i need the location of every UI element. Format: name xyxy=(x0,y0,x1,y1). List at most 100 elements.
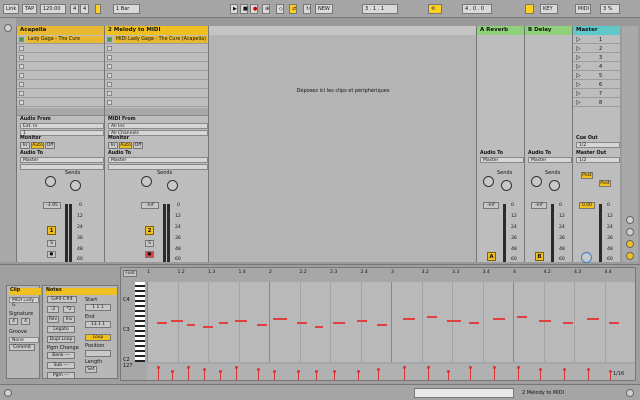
track-title[interactable]: B Delay xyxy=(525,26,572,35)
send-b-knob[interactable] xyxy=(549,180,560,191)
scene-launch-icon[interactable]: ▷ xyxy=(576,99,581,106)
pgm-field[interactable]: Pgm --- xyxy=(47,372,75,379)
midi-note[interactable] xyxy=(203,326,213,328)
clip-slot[interactable] xyxy=(105,89,208,98)
volume-field[interactable]: -Inf xyxy=(141,202,159,209)
output-menu[interactable]: Master xyxy=(528,157,572,163)
velocity-handle[interactable] xyxy=(539,368,542,371)
position-field[interactable] xyxy=(85,350,111,357)
loop-button[interactable]: Loop xyxy=(85,334,111,341)
legato-button[interactable]: Legato xyxy=(47,326,75,333)
volume-field[interactable]: -Inf xyxy=(531,202,547,209)
quantize-menu[interactable]: 1 Bar xyxy=(113,4,140,14)
groove-menu[interactable]: None xyxy=(9,337,39,343)
scene-slot[interactable]: ▷ 2 xyxy=(573,44,620,53)
velocity-handle[interactable] xyxy=(563,368,566,371)
scene-slot[interactable]: ▷ 5 xyxy=(573,71,620,80)
midi-note[interactable] xyxy=(609,322,619,324)
drop-area[interactable]: Déposez ici les clips et périphériques xyxy=(208,26,477,262)
volume-field[interactable]: -Inf xyxy=(483,202,499,209)
detail-toggle-icon[interactable] xyxy=(626,389,634,397)
midi-note[interactable] xyxy=(219,322,228,324)
velocity-handle[interactable] xyxy=(447,370,450,373)
velocity-handle[interactable] xyxy=(171,370,174,373)
scene-launch-icon[interactable]: ▷ xyxy=(576,72,581,79)
velocity-handle[interactable] xyxy=(187,366,190,369)
punch-icon[interactable]: ↻ xyxy=(303,4,311,14)
key-map-icon[interactable] xyxy=(525,4,534,14)
velocity-handle[interactable] xyxy=(333,370,336,373)
scene-launch-icon[interactable]: ▷ xyxy=(576,63,581,70)
mixer-toggle-icon[interactable] xyxy=(626,252,634,260)
clip-slot[interactable] xyxy=(17,98,104,107)
track-activator[interactable]: 2 xyxy=(145,226,154,235)
stop-icon[interactable]: ■ xyxy=(240,4,248,14)
play-icon[interactable]: ▶ xyxy=(230,4,238,14)
follow-icon[interactable]: ⇄ xyxy=(289,4,297,14)
track-title[interactable]: 2 Melody to MIDI xyxy=(105,26,208,35)
key-button[interactable]: KEY xyxy=(540,4,558,14)
clip-slot[interactable] xyxy=(105,62,208,71)
solo-button[interactable]: S xyxy=(47,240,56,247)
tempo-field[interactable]: 120.00 xyxy=(40,4,66,14)
velocity-handle[interactable] xyxy=(377,368,380,371)
monitor-off-button[interactable]: Off xyxy=(133,142,143,149)
clip-slot[interactable] xyxy=(17,71,104,80)
dupl-loop-button[interactable]: Dupl.Loop xyxy=(47,336,75,343)
velocity-lane[interactable] xyxy=(147,364,635,380)
midi-button[interactable]: MIDI xyxy=(575,4,591,14)
fold-button[interactable]: Fold xyxy=(123,270,137,277)
start-field[interactable]: 1 1 1 xyxy=(85,304,111,311)
returns-toggle-icon[interactable] xyxy=(626,240,634,248)
monitor-in-button[interactable]: In xyxy=(108,142,118,149)
sig-den-field[interactable]: 4 xyxy=(21,318,30,325)
half-button[interactable]: :2 xyxy=(47,306,59,313)
sends-toggle-icon[interactable] xyxy=(626,228,634,236)
monitor-auto-button[interactable]: Auto xyxy=(119,142,132,149)
clip-cell[interactable]: MIDI Lady Gaga - The Cure (Acapella) xyxy=(114,36,207,43)
velocity-handle[interactable] xyxy=(587,368,590,371)
clip-slot[interactable] xyxy=(105,53,208,62)
clip-overview[interactable] xyxy=(414,388,514,398)
track-title[interactable]: Master xyxy=(573,26,620,35)
velocity-handle[interactable] xyxy=(469,366,472,369)
post-button-b[interactable]: Post xyxy=(599,180,611,187)
velocity-handle[interactable] xyxy=(235,366,238,369)
velocity-handle[interactable] xyxy=(403,366,406,369)
piano-keyboard[interactable] xyxy=(135,282,145,362)
clip-slot[interactable]: Lady Gaga - The Cure (Acapella) xyxy=(17,35,104,44)
output-menu[interactable]: Master xyxy=(480,157,524,163)
cue-volume-knob[interactable] xyxy=(581,252,592,263)
clip-slot[interactable] xyxy=(17,89,104,98)
automation-icon[interactable]: ◇ xyxy=(276,4,284,14)
link-button[interactable]: Link xyxy=(3,4,20,14)
info-toggle-icon[interactable] xyxy=(4,389,12,397)
sub-field[interactable]: Sub --- xyxy=(47,362,75,369)
io-toggle-icon[interactable] xyxy=(626,216,634,224)
midi-note[interactable] xyxy=(357,320,367,322)
scene-launch-icon[interactable]: ▷ xyxy=(576,36,581,43)
midi-note[interactable] xyxy=(315,326,323,328)
midi-note[interactable] xyxy=(187,324,195,326)
track-activator[interactable]: B xyxy=(535,252,544,261)
scene-launch-icon[interactable]: ▷ xyxy=(576,90,581,97)
volume-field[interactable]: 0.00 xyxy=(579,202,595,209)
midi-note[interactable] xyxy=(403,318,415,320)
scene-slot[interactable]: ▷ 7 xyxy=(573,89,620,98)
scene-launch-icon[interactable]: ▷ xyxy=(576,45,581,52)
bank-field[interactable]: Bank --- xyxy=(47,352,75,359)
track-activator[interactable]: A xyxy=(487,252,496,261)
arm-button[interactable]: ● xyxy=(145,251,154,258)
send-a-knob[interactable] xyxy=(531,176,542,187)
sig-num[interactable]: 4 xyxy=(70,4,80,14)
sig-num-field[interactable]: 4 xyxy=(9,318,18,325)
midi-note[interactable] xyxy=(377,324,387,326)
tap-button[interactable]: TAP xyxy=(22,4,38,14)
clip-slot[interactable] xyxy=(17,53,104,62)
midi-note[interactable] xyxy=(469,322,479,324)
midi-note[interactable] xyxy=(493,318,505,320)
velocity-handle[interactable] xyxy=(257,368,260,371)
sig-den[interactable]: 4 xyxy=(80,4,90,14)
midi-note[interactable] xyxy=(447,320,461,322)
midi-note[interactable] xyxy=(235,320,247,322)
